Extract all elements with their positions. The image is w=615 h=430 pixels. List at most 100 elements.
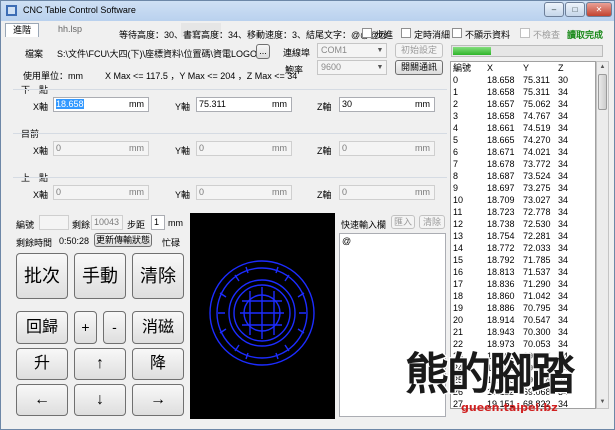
- no-detect-checkbox[interactable]: [520, 28, 530, 38]
- scroll-thumb[interactable]: [598, 74, 607, 110]
- table-row[interactable]: 2 18.657 75.062 34: [451, 98, 595, 110]
- baud-select[interactable]: 9600 ▼: [317, 60, 387, 75]
- table-cell: 74.021: [523, 147, 551, 157]
- group-divider: [13, 133, 447, 134]
- table-row[interactable]: 11 18.723 72.778 34: [451, 206, 595, 218]
- quick-clear-button[interactable]: 清除: [419, 215, 445, 229]
- raise-button[interactable]: 升: [16, 348, 68, 380]
- step-label: 步進: [375, 30, 394, 40]
- update-status-button[interactable]: 更新傳輸狀態: [94, 233, 152, 247]
- app-icon: [6, 5, 17, 16]
- table-cell: 34: [558, 267, 569, 277]
- next-y-label: Y軸: [175, 102, 191, 112]
- table-row[interactable]: 15 18.792 71.785 34: [451, 254, 595, 266]
- limits-text: X Max <= 117.5 ，Y Max <= 204 ，Z Max <= 3…: [105, 71, 298, 81]
- table-cell: 34: [558, 195, 569, 205]
- table-row[interactable]: 13 18.754 72.281 34: [451, 230, 595, 242]
- number-field: [39, 215, 69, 230]
- table-cell: 30: [558, 75, 569, 85]
- step-distance-input[interactable]: 1: [151, 215, 165, 230]
- batch-button[interactable]: 批次: [16, 253, 68, 299]
- import-button[interactable]: 匯入: [391, 215, 415, 229]
- table-cell: 73.275: [523, 183, 551, 193]
- table-cell: 71.537: [523, 267, 551, 277]
- move-left-button[interactable]: ←: [16, 384, 68, 416]
- table-row[interactable]: 4 18.661 74.519 34: [451, 122, 595, 134]
- table-cell: 6: [453, 147, 459, 157]
- table-cell: 18.772: [487, 243, 515, 253]
- minimize-button[interactable]: –: [544, 2, 564, 17]
- next-x-input[interactable]: 18.658 mm: [53, 97, 149, 112]
- table-row[interactable]: 9 18.697 73.275 34: [451, 182, 595, 194]
- table-row[interactable]: 20 18.914 70.547 34: [451, 314, 595, 326]
- move-right-button[interactable]: →: [132, 384, 184, 416]
- busy-label: 忙碌: [162, 238, 181, 248]
- next-z-label: Z軸: [317, 102, 332, 112]
- table-row[interactable]: 0 18.658 75.311 30: [451, 74, 595, 86]
- table-cell: 18.687: [487, 171, 515, 181]
- port-label: 連線埠: [283, 48, 311, 58]
- close-button[interactable]: ✕: [586, 2, 612, 17]
- title-bar: CNC Table Control Software – □ ✕: [1, 1, 614, 21]
- next-y-input[interactable]: 75.311 mm: [196, 97, 292, 112]
- table-cell: 34: [558, 207, 569, 217]
- group-divider: [13, 177, 447, 178]
- home-button[interactable]: 回歸: [16, 311, 68, 344]
- table-row[interactable]: 8 18.687 73.524 34: [451, 170, 595, 182]
- move-up-button[interactable]: ↑: [74, 348, 126, 380]
- scroll-up-icon[interactable]: ▲: [597, 62, 608, 73]
- table-row[interactable]: 19 18.886 70.795 34: [451, 302, 595, 314]
- table-cell: 18.671: [487, 147, 515, 157]
- next-z-input[interactable]: 30 mm: [339, 97, 435, 112]
- current-x-label: X軸: [33, 146, 49, 156]
- table-row[interactable]: 12 18.738 72.530 34: [451, 218, 595, 230]
- next-x-label: X軸: [33, 102, 49, 112]
- time-label: 剩餘時間: [16, 238, 53, 248]
- table-row[interactable]: 10 18.709 73.027 34: [451, 194, 595, 206]
- table-row[interactable]: 3 18.658 74.767 34: [451, 110, 595, 122]
- step-checkbox[interactable]: [362, 28, 372, 38]
- table-cell: 34: [558, 231, 569, 241]
- number-label: 編號: [16, 220, 35, 230]
- table-cell: 18.697: [487, 183, 515, 193]
- tab-advanced[interactable]: 進階: [5, 23, 40, 37]
- column-header: Z: [558, 63, 564, 73]
- hide-data-label: 不顯示資料: [465, 30, 511, 40]
- port-select[interactable]: COM1 ▼: [317, 43, 387, 58]
- quick-input-label: 快速輸入欄: [341, 220, 387, 230]
- table-row[interactable]: 18 18.860 71.042 34: [451, 290, 595, 302]
- manual-button[interactable]: 手動: [74, 253, 126, 299]
- table-row[interactable]: 6 18.671 74.021 34: [451, 146, 595, 158]
- table-row[interactable]: 14 18.772 72.033 34: [451, 242, 595, 254]
- table-row[interactable]: 1 18.658 75.311 34: [451, 86, 595, 98]
- table-cell: 34: [558, 255, 569, 265]
- timer-clear-checkbox[interactable]: [401, 28, 411, 38]
- table-cell: 18: [453, 291, 464, 301]
- group-divider: [13, 89, 447, 90]
- tab-hh-lsp[interactable]: hh.lsp: [51, 23, 89, 37]
- clear-button[interactable]: 清除: [132, 253, 184, 299]
- table-row[interactable]: 17 18.836 71.290 34: [451, 278, 595, 290]
- table-cell: 34: [558, 147, 569, 157]
- watermark-logo: 熊的腳踏 gueen.taipei.bz: [401, 331, 601, 421]
- init-settings-button[interactable]: 初始設定: [395, 43, 443, 58]
- current-x-input: 0 mm: [53, 141, 149, 156]
- move-down-button[interactable]: ↓: [74, 384, 126, 416]
- plus-button[interactable]: +: [74, 311, 97, 344]
- demagnetize-button[interactable]: 消磁: [132, 311, 184, 344]
- browse-button[interactable]: ...: [256, 44, 270, 59]
- table-row[interactable]: 16 18.813 71.537 34: [451, 266, 595, 278]
- prev-x-input: 0 mm: [53, 185, 149, 200]
- table-cell: 2: [453, 99, 459, 109]
- lower-button[interactable]: 降: [132, 348, 184, 380]
- table-row[interactable]: 7 18.678 73.772 34: [451, 158, 595, 170]
- table-row[interactable]: 5 18.665 74.270 34: [451, 134, 595, 146]
- hide-data-checkbox[interactable]: [452, 28, 462, 38]
- path-preview-canvas: [190, 213, 335, 419]
- table-cell: 73.524: [523, 171, 551, 181]
- table-cell: 34: [558, 279, 569, 289]
- maximize-button[interactable]: □: [565, 2, 585, 17]
- minus-button[interactable]: -: [103, 311, 126, 344]
- table-cell: 18.658: [487, 75, 515, 85]
- toggle-comm-button[interactable]: 開關通訊: [395, 60, 443, 75]
